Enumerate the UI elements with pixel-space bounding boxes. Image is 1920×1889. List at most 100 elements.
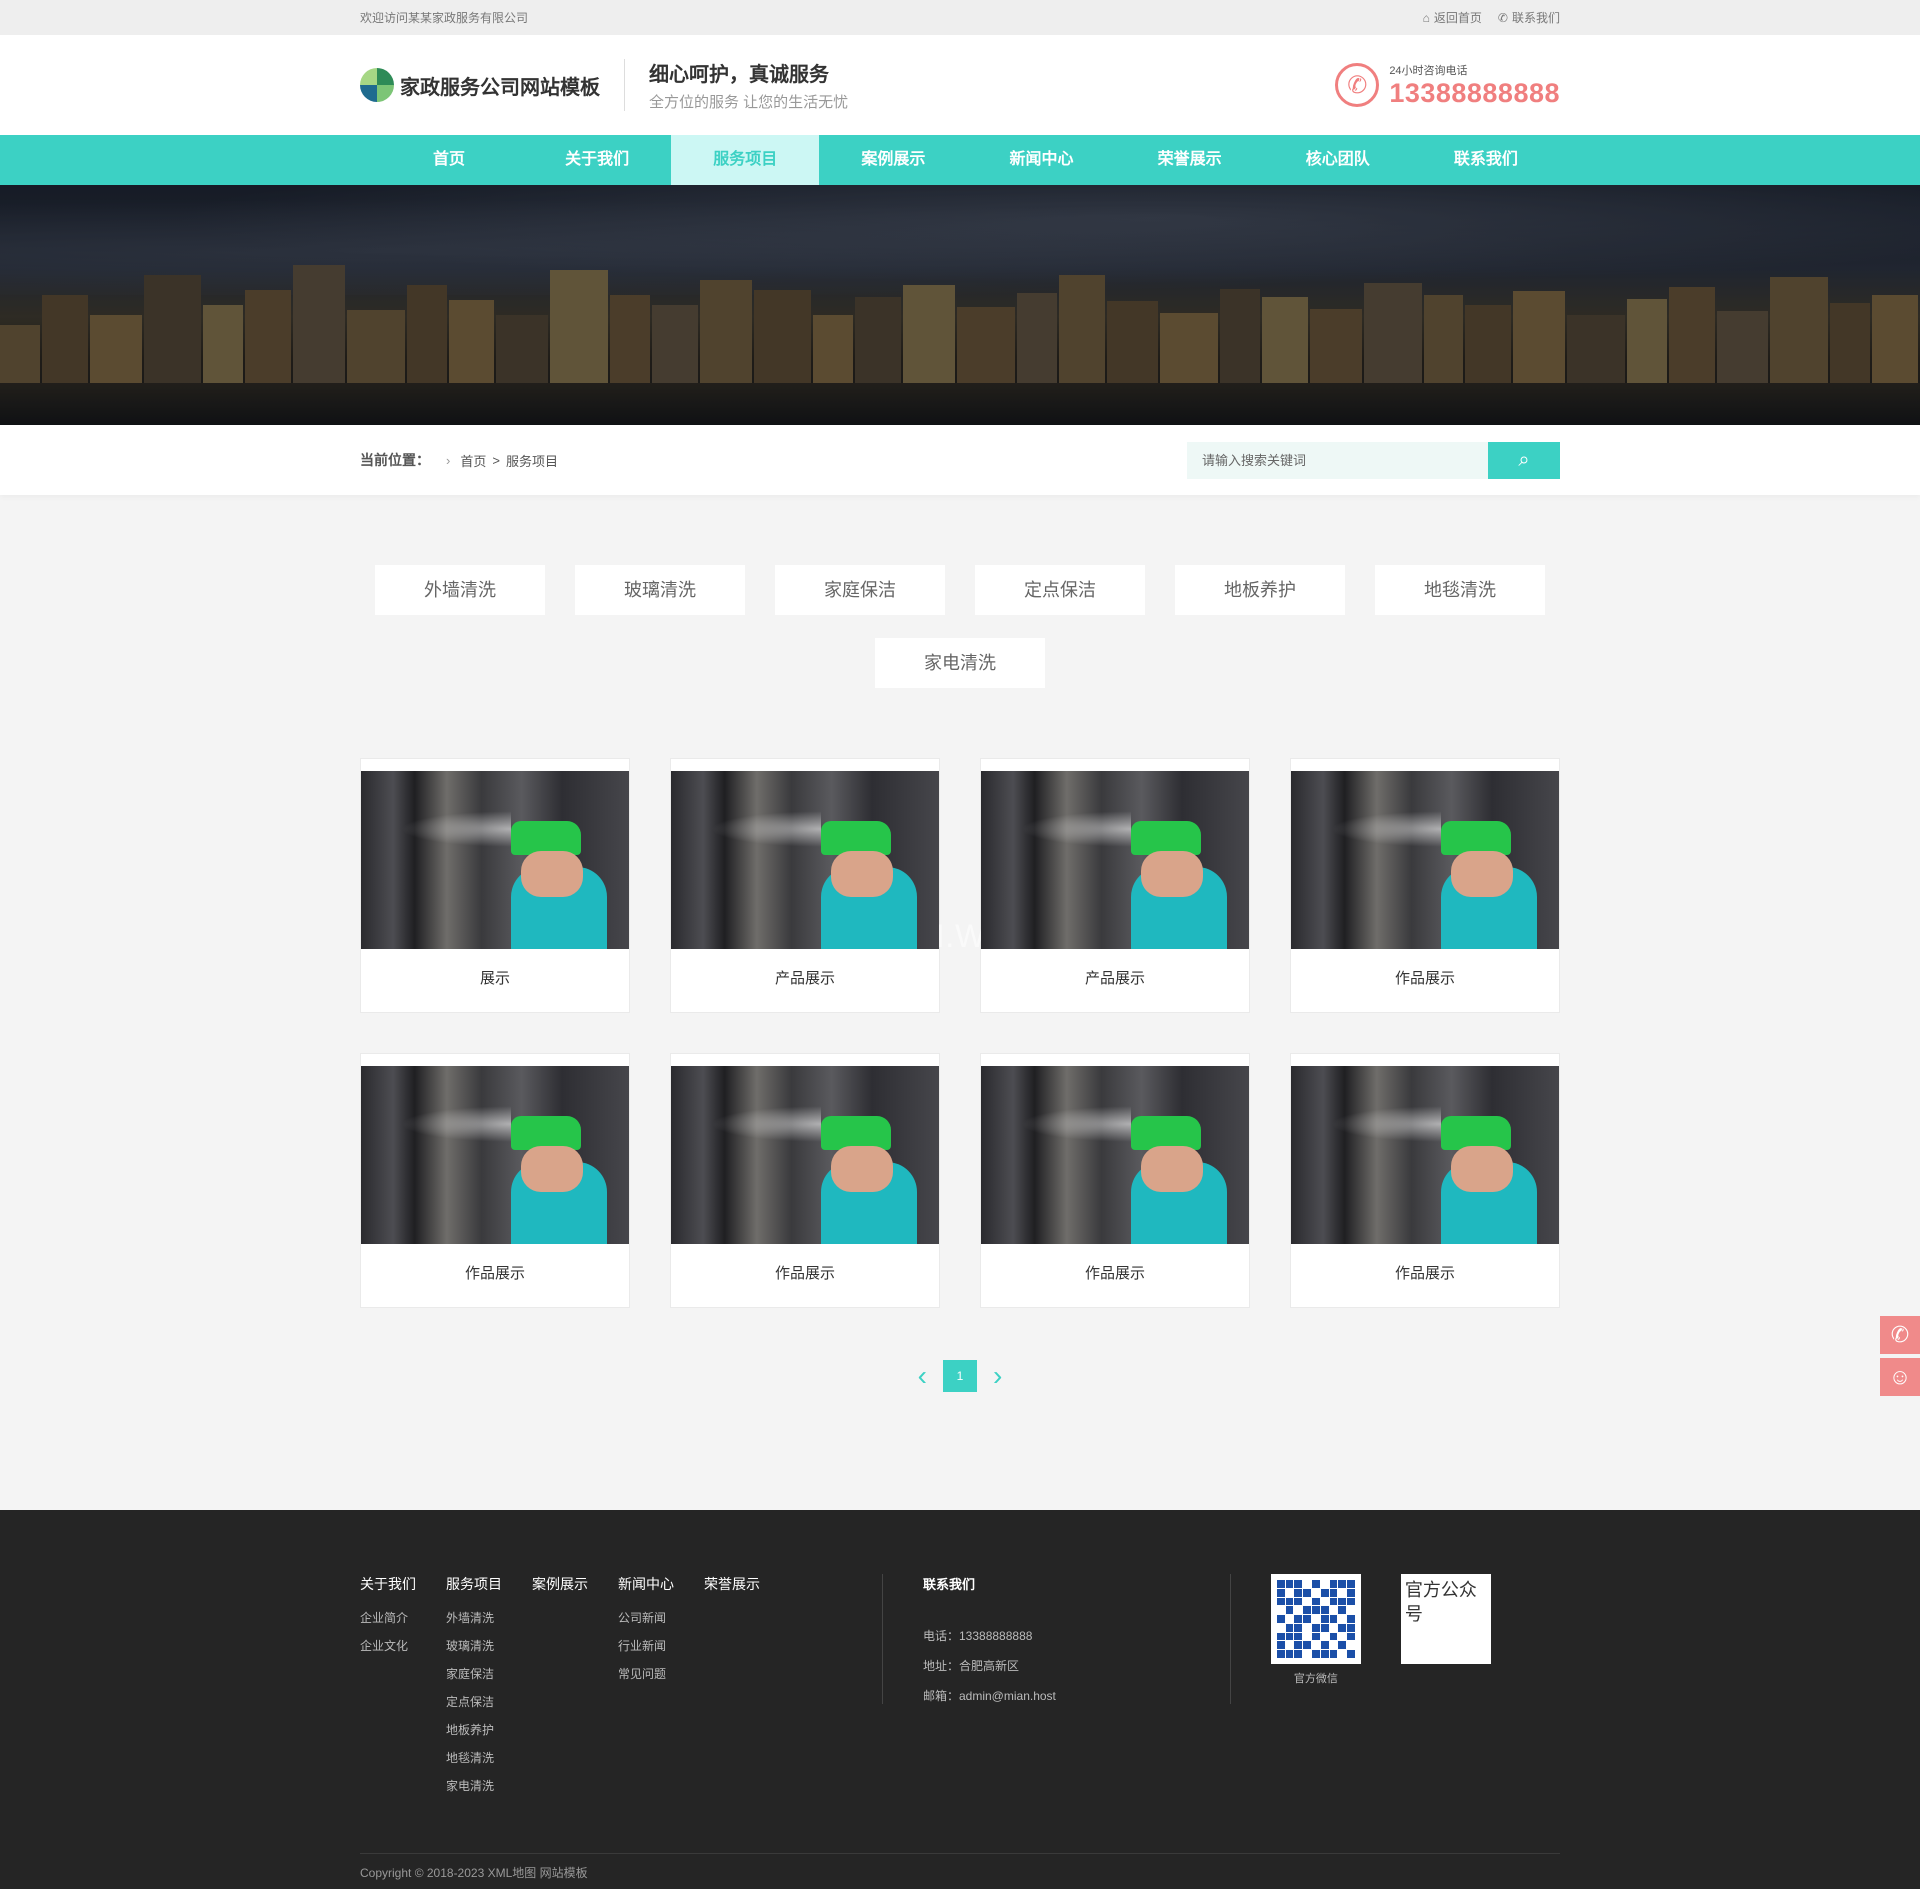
page-button[interactable]: 1	[943, 1360, 977, 1392]
qr-cell	[1329, 1615, 1338, 1623]
product-image[interactable]	[361, 771, 629, 949]
banner-shade	[0, 185, 1920, 425]
product-label[interactable]: 作品展示	[1291, 1244, 1559, 1304]
spray-trigger	[821, 1116, 891, 1150]
search-icon: ⌕	[1518, 448, 1530, 471]
wechat-icon[interactable]: ☺	[1880, 1358, 1920, 1396]
qr-cell	[1329, 1597, 1338, 1606]
product-image[interactable]	[981, 771, 1249, 949]
product-label[interactable]: 作品展示	[1291, 949, 1559, 1009]
qr-cell	[1347, 1615, 1355, 1623]
hand	[1451, 1146, 1513, 1192]
product-label[interactable]: 作品展示	[671, 1244, 939, 1304]
welcome-text: 欢迎访问某某家政服务有限公司	[360, 11, 529, 25]
category-button[interactable]: 家庭保洁	[775, 565, 945, 615]
qr-cell	[1285, 1641, 1294, 1650]
product-image[interactable]	[671, 771, 939, 949]
nav-item[interactable]: 案例展示	[819, 135, 967, 185]
product-image[interactable]	[671, 1066, 939, 1244]
category-button[interactable]: 家电清洗	[875, 638, 1045, 688]
footer-link[interactable]: 地毯清洗	[446, 1744, 532, 1772]
product-image[interactable]	[361, 1066, 629, 1244]
qr-cell	[1303, 1615, 1312, 1623]
nav-item[interactable]: 关于我们	[523, 135, 671, 185]
phone-icon[interactable]: ✆	[1880, 1316, 1920, 1354]
qr-cell	[1312, 1632, 1320, 1641]
footer-link[interactable]: 地板养护	[446, 1716, 532, 1744]
spray-trigger	[1441, 1116, 1511, 1150]
hotline: ✆ 24小时咨询电话 13388888888	[1335, 62, 1560, 109]
footer-link[interactable]: 企业文化	[360, 1632, 446, 1660]
product-card[interactable]: 产品展示	[670, 758, 940, 1013]
product-image[interactable]	[1291, 771, 1559, 949]
nav-item[interactable]: 新闻中心	[968, 135, 1116, 185]
chevron-right-icon[interactable]: ›	[993, 1360, 1002, 1392]
footer-link[interactable]: 家庭保洁	[446, 1660, 532, 1688]
qr-cell	[1347, 1580, 1355, 1588]
spray-trigger	[1131, 1116, 1201, 1150]
product-card[interactable]: 作品展示	[360, 1053, 630, 1308]
product-card[interactable]: 作品展示	[1290, 758, 1560, 1013]
footer-contact: 联系我们 电话：13388888888 地址：合肥高新区 邮箱：admin@mi…	[923, 1574, 1056, 1800]
nav-item[interactable]: 服务项目	[671, 135, 820, 185]
nav-item[interactable]: 联系我们	[1412, 135, 1560, 185]
product-label[interactable]: 作品展示	[361, 1244, 629, 1304]
category-button[interactable]: 地板养护	[1175, 565, 1345, 615]
footer-link[interactable]: 定点保洁	[446, 1688, 532, 1716]
product-label[interactable]: 产品展示	[671, 949, 939, 1009]
hand	[831, 851, 893, 897]
product-card[interactable]: 展示	[360, 758, 630, 1013]
footer-column-title[interactable]: 案例展示	[532, 1574, 618, 1594]
footer-column-title[interactable]: 新闻中心	[618, 1574, 704, 1594]
footer-column: 荣誉展示	[704, 1574, 790, 1800]
footer-link[interactable]: 常见问题	[618, 1660, 704, 1688]
product-label[interactable]: 作品展示	[981, 1244, 1249, 1304]
qr-cell	[1285, 1650, 1294, 1658]
chevron-left-icon[interactable]: ‹	[918, 1360, 927, 1392]
nav-item[interactable]: 核心团队	[1264, 135, 1412, 185]
hotline-number: 13388888888	[1389, 77, 1560, 108]
qr-cell	[1285, 1632, 1294, 1641]
footer-link[interactable]: 行业新闻	[618, 1632, 704, 1660]
footer-link[interactable]: 家电清洗	[446, 1772, 532, 1800]
nav-item[interactable]: 荣誉展示	[1116, 135, 1264, 185]
footer-divider	[1229, 1574, 1231, 1704]
product-card[interactable]: 作品展示	[980, 1053, 1250, 1308]
product-label[interactable]: 展示	[361, 949, 629, 1009]
footer-link[interactable]: 外墙清洗	[446, 1604, 532, 1632]
nav-item[interactable]: 首页	[375, 135, 523, 185]
contact-title: 联系我们	[923, 1577, 976, 1592]
category-button[interactable]: 定点保洁	[975, 565, 1145, 615]
product-card[interactable]: 作品展示	[670, 1053, 940, 1308]
category-button[interactable]: 外墙清洗	[375, 565, 545, 615]
site-header: 家政服务公司网站模板 细心呵护，真诚服务 全方位的服务 让您的生活无忧 ✆ 24…	[0, 35, 1920, 135]
home-link[interactable]: ⌂ 返回首页	[1423, 9, 1482, 26]
footer-column-title[interactable]: 荣誉展示	[704, 1574, 790, 1594]
qr-cell	[1347, 1597, 1355, 1606]
logo[interactable]: 家政服务公司网站模板	[360, 68, 624, 102]
footer-link[interactable]: 玻璃清洗	[446, 1632, 532, 1660]
qr-cell	[1285, 1597, 1294, 1606]
spray-mist	[711, 1106, 821, 1142]
breadcrumb-home[interactable]: 首页	[460, 451, 486, 470]
product-label[interactable]: 产品展示	[981, 949, 1249, 1009]
search-input[interactable]	[1187, 441, 1488, 479]
qr-cell	[1329, 1623, 1338, 1632]
footer-column-title[interactable]: 关于我们	[360, 1574, 446, 1594]
spray-trigger	[511, 1116, 581, 1150]
footer-link[interactable]: 公司新闻	[618, 1604, 704, 1632]
qr-cell	[1312, 1606, 1320, 1615]
qr-cell	[1285, 1615, 1294, 1623]
qr-cell	[1320, 1615, 1329, 1623]
category-button[interactable]: 地毯清洗	[1375, 565, 1545, 615]
product-image[interactable]	[981, 1066, 1249, 1244]
footer-link[interactable]: 企业简介	[360, 1604, 446, 1632]
search-button[interactable]: ⌕	[1488, 441, 1560, 479]
footer-column-title[interactable]: 服务项目	[446, 1574, 532, 1594]
contact-link[interactable]: ✆ 联系我们	[1498, 9, 1560, 26]
qr-cell	[1329, 1650, 1338, 1658]
product-card[interactable]: 作品展示	[1290, 1053, 1560, 1308]
category-button[interactable]: 玻璃清洗	[575, 565, 745, 615]
product-card[interactable]: 产品展示	[980, 758, 1250, 1013]
product-image[interactable]	[1291, 1066, 1559, 1244]
